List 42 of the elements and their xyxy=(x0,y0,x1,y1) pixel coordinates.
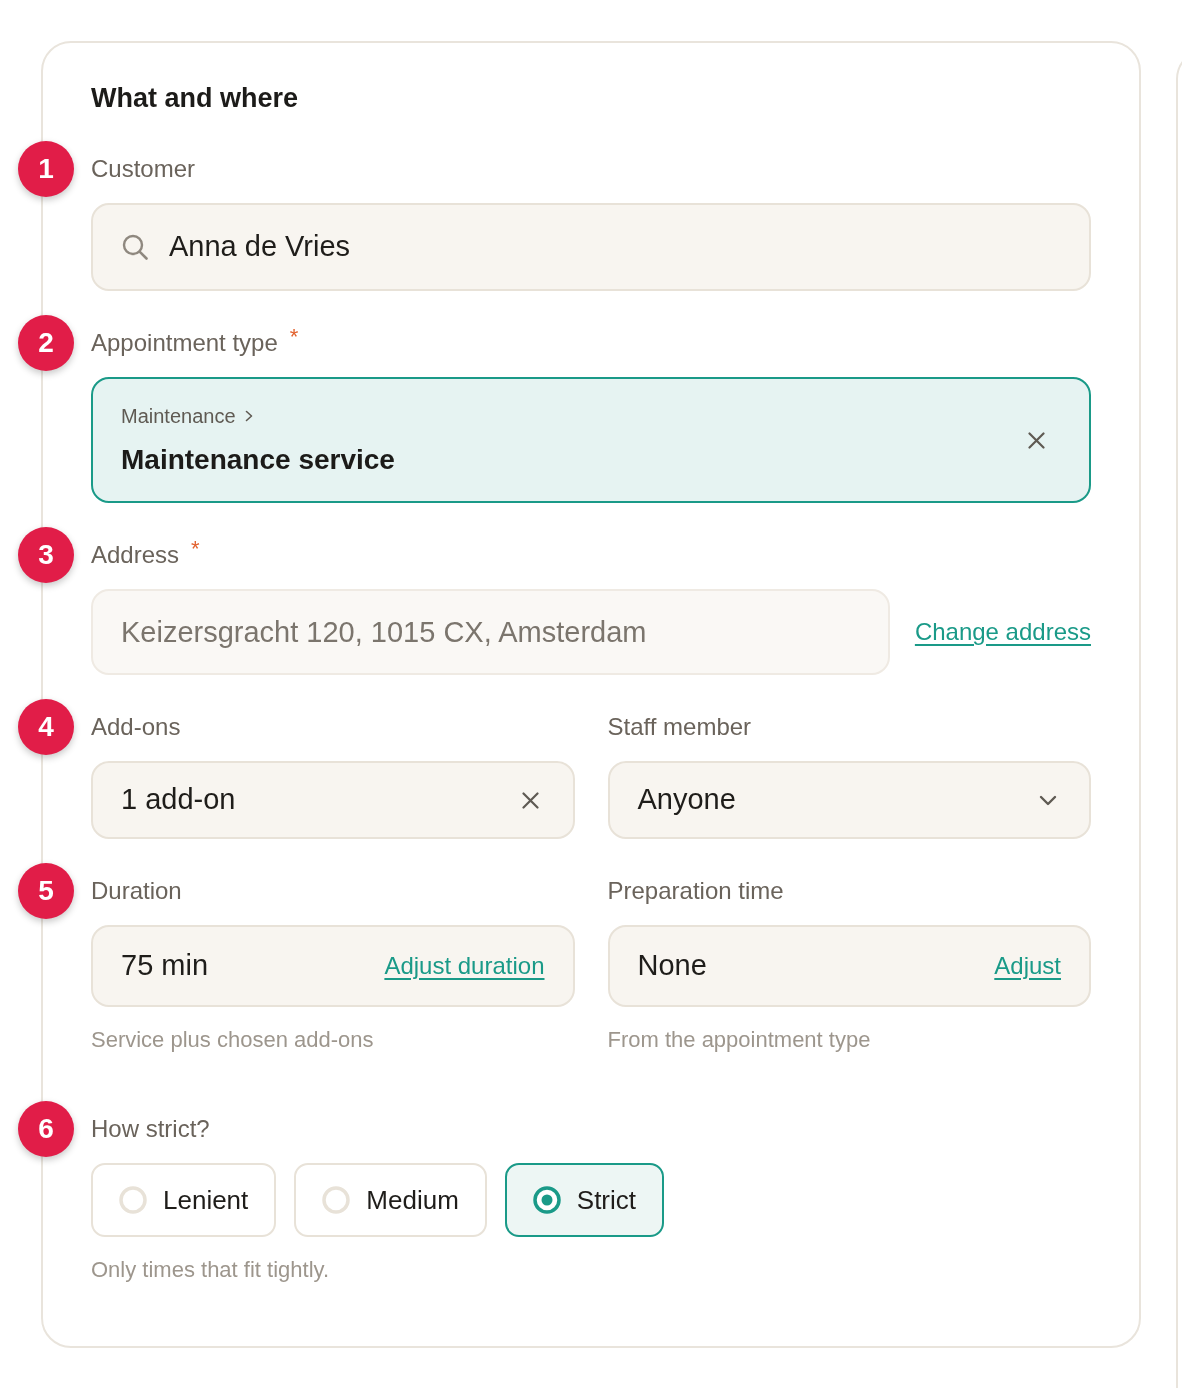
close-icon xyxy=(1028,431,1045,449)
selected-value: Maintenance service xyxy=(121,443,395,477)
input-field[interactable]: 1 add-on xyxy=(91,761,575,839)
field-label: Address xyxy=(91,540,180,570)
section-title: What and where xyxy=(91,82,299,115)
required-mark: * xyxy=(191,538,200,560)
radio-option[interactable]: Lenient xyxy=(91,1163,277,1237)
step-badge: 3 xyxy=(18,527,74,583)
chevron-right-icon xyxy=(244,410,253,422)
radio-icon xyxy=(532,1186,561,1214)
address-field[interactable]: Keizersgracht 120, 1015 CX, Amsterdam xyxy=(91,589,890,675)
chevron-down-icon xyxy=(1039,794,1057,806)
breadcrumb-text: Maintenance xyxy=(121,404,236,429)
field-label: How strict? xyxy=(91,1114,210,1144)
field-label: Appointment type xyxy=(91,328,278,358)
radio-option[interactable]: Strict xyxy=(504,1163,665,1237)
field-label: Customer xyxy=(91,154,196,184)
step-badge: 5 xyxy=(18,863,74,919)
field-label: Add-ons xyxy=(91,712,181,742)
selection-field[interactable]: Maintenance Maintenance service xyxy=(91,377,1091,503)
close-icon xyxy=(521,791,539,809)
search-icon xyxy=(122,234,148,260)
helper-text: Only times that fit tightly. xyxy=(91,1256,329,1284)
dropdown-field[interactable]: Anyone xyxy=(607,761,1091,839)
field-value: 75 min xyxy=(121,948,209,984)
step-badge: 2 xyxy=(18,315,74,371)
step-badge: 4 xyxy=(18,699,74,755)
step-badge: 1 xyxy=(18,141,74,197)
field-label: Preparation time xyxy=(607,876,784,906)
field-label: Duration xyxy=(91,876,182,906)
radio-option[interactable]: Medium xyxy=(294,1163,487,1237)
required-mark: * xyxy=(289,326,299,348)
clear-button[interactable] xyxy=(521,791,539,809)
field-label: Staff member xyxy=(607,712,752,742)
clear-button[interactable] xyxy=(1028,431,1045,449)
radio-icon xyxy=(119,1186,147,1214)
field-value: None xyxy=(637,948,707,984)
search-field[interactable]: Anna de Vries xyxy=(91,203,1091,291)
helper-text: From the appointment type xyxy=(607,1026,871,1054)
radio-icon xyxy=(322,1186,351,1214)
step-badge: 6 xyxy=(18,1101,74,1157)
helper-text: Service plus chosen add-ons xyxy=(91,1026,374,1054)
